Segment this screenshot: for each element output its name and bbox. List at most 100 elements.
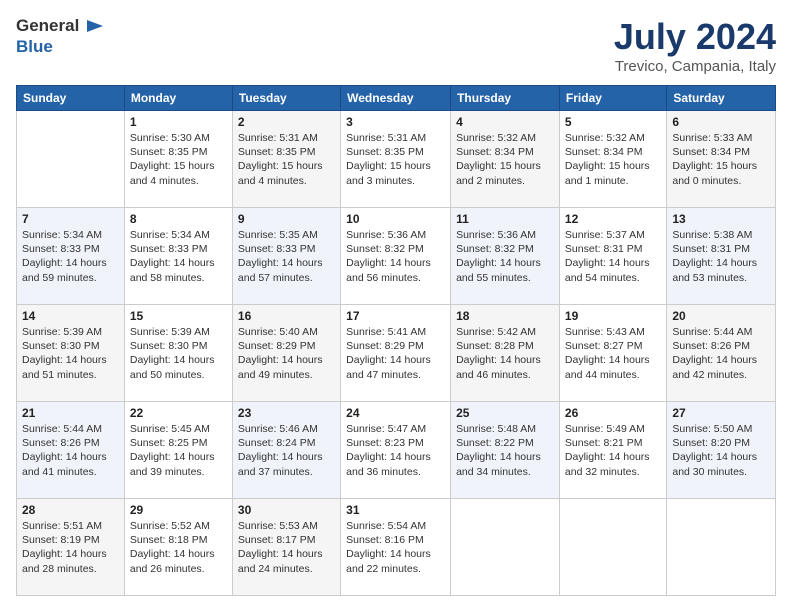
day-number: 14 <box>22 309 119 323</box>
calendar-cell <box>451 499 560 596</box>
day-info: Sunrise: 5:54 AMSunset: 8:16 PMDaylight:… <box>346 519 445 576</box>
day-info: Sunrise: 5:41 AMSunset: 8:29 PMDaylight:… <box>346 325 445 382</box>
day-info: Sunrise: 5:44 AMSunset: 8:26 PMDaylight:… <box>22 422 119 479</box>
day-info: Sunrise: 5:30 AMSunset: 8:35 PMDaylight:… <box>130 131 227 188</box>
calendar-cell: 9 Sunrise: 5:35 AMSunset: 8:33 PMDaylight… <box>232 208 340 305</box>
calendar-cell: 31Sunrise: 5:54 AMSunset: 8:16 PMDayligh… <box>341 499 451 596</box>
day-number: 24 <box>346 406 445 420</box>
calendar-cell: 5 Sunrise: 5:32 AMSunset: 8:34 PMDaylight… <box>559 111 666 208</box>
logo-text: General Blue <box>16 16 105 57</box>
day-info: Sunrise: 5:38 AMSunset: 8:31 PMDaylight:… <box>672 228 770 285</box>
day-number: 4 <box>456 115 554 129</box>
day-info: Sunrise: 5:43 AMSunset: 8:27 PMDaylight:… <box>565 325 661 382</box>
calendar-cell: 24 Sunrise: 5:47 AMSunset: 8:23 PMDayligh… <box>341 402 451 499</box>
day-info: Sunrise: 5:33 AMSunset: 8:34 PMDaylight:… <box>672 131 770 188</box>
day-info: Sunrise: 5:42 AMSunset: 8:28 PMDaylight:… <box>456 325 554 382</box>
day-number: 11 <box>456 212 554 226</box>
week-row-2: 7 Sunrise: 5:34 AMSunset: 8:33 PMDaylight… <box>17 208 776 305</box>
location: Trevico, Campania, Italy <box>614 58 776 75</box>
day-number: 18 <box>456 309 554 323</box>
calendar-cell: 29 Sunrise: 5:52 AMSunset: 8:18 PMDayligh… <box>124 499 232 596</box>
weekday-header-row: SundayMondayTuesdayWednesdayThursdayFrid… <box>17 86 776 111</box>
day-number: 9 <box>238 212 335 226</box>
calendar-cell: 20 Sunrise: 5:44 AMSunset: 8:26 PMDayligh… <box>667 305 776 402</box>
weekday-header-monday: Monday <box>124 86 232 111</box>
day-info: Sunrise: 5:34 AMSunset: 8:33 PMDaylight:… <box>22 228 119 285</box>
calendar-cell: 17 Sunrise: 5:41 AMSunset: 8:29 PMDayligh… <box>341 305 451 402</box>
day-info: Sunrise: 5:32 AMSunset: 8:34 PMDaylight:… <box>565 131 661 188</box>
calendar-cell: 16Sunrise: 5:40 AMSunset: 8:29 PMDayligh… <box>232 305 340 402</box>
logo: General Blue <box>16 16 105 57</box>
page: General Blue July 2024 Trevico, Campania… <box>0 0 792 612</box>
day-info: Sunrise: 5:36 AMSunset: 8:32 PMDaylight:… <box>346 228 445 285</box>
calendar-cell: 15Sunrise: 5:39 AMSunset: 8:30 PMDayligh… <box>124 305 232 402</box>
day-number: 7 <box>22 212 119 226</box>
day-number: 17 <box>346 309 445 323</box>
day-number: 27 <box>672 406 770 420</box>
calendar-cell: 3Sunrise: 5:31 AMSunset: 8:35 PMDaylight… <box>341 111 451 208</box>
day-info: Sunrise: 5:35 AMSunset: 8:33 PMDaylight:… <box>238 228 335 285</box>
calendar-table: SundayMondayTuesdayWednesdayThursdayFrid… <box>16 85 776 596</box>
calendar-cell: 28Sunrise: 5:51 AMSunset: 8:19 PMDayligh… <box>17 499 125 596</box>
calendar-cell <box>559 499 666 596</box>
header: General Blue July 2024 Trevico, Campania… <box>16 16 776 75</box>
calendar-cell: 21 Sunrise: 5:44 AMSunset: 8:26 PMDayligh… <box>17 402 125 499</box>
day-info: Sunrise: 5:48 AMSunset: 8:22 PMDaylight:… <box>456 422 554 479</box>
calendar-cell: 26Sunrise: 5:49 AMSunset: 8:21 PMDayligh… <box>559 402 666 499</box>
calendar-cell: 2Sunrise: 5:31 AMSunset: 8:35 PMDaylight… <box>232 111 340 208</box>
day-info: Sunrise: 5:47 AMSunset: 8:23 PMDaylight:… <box>346 422 445 479</box>
calendar-cell: 30 Sunrise: 5:53 AMSunset: 8:17 PMDayligh… <box>232 499 340 596</box>
day-info: Sunrise: 5:40 AMSunset: 8:29 PMDaylight:… <box>238 325 335 382</box>
day-info: Sunrise: 5:50 AMSunset: 8:20 PMDaylight:… <box>672 422 770 479</box>
logo-blue: Blue <box>16 37 53 56</box>
calendar-cell: 4 Sunrise: 5:32 AMSunset: 8:34 PMDaylight… <box>451 111 560 208</box>
calendar-cell: 8 Sunrise: 5:34 AMSunset: 8:33 PMDaylight… <box>124 208 232 305</box>
day-info: Sunrise: 5:44 AMSunset: 8:26 PMDaylight:… <box>672 325 770 382</box>
weekday-header-saturday: Saturday <box>667 86 776 111</box>
weekday-header-tuesday: Tuesday <box>232 86 340 111</box>
calendar-cell: 27 Sunrise: 5:50 AMSunset: 8:20 PMDayligh… <box>667 402 776 499</box>
day-number: 19 <box>565 309 661 323</box>
day-number: 22 <box>130 406 227 420</box>
week-row-5: 28Sunrise: 5:51 AMSunset: 8:19 PMDayligh… <box>17 499 776 596</box>
weekday-header-sunday: Sunday <box>17 86 125 111</box>
day-number: 21 <box>22 406 119 420</box>
day-number: 20 <box>672 309 770 323</box>
week-row-3: 14 Sunrise: 5:39 AMSunset: 8:30 PMDayligh… <box>17 305 776 402</box>
week-row-1: 1Sunrise: 5:30 AMSunset: 8:35 PMDaylight… <box>17 111 776 208</box>
weekday-header-friday: Friday <box>559 86 666 111</box>
weekday-header-wednesday: Wednesday <box>341 86 451 111</box>
calendar-cell <box>17 111 125 208</box>
day-number: 30 <box>238 503 335 517</box>
day-number: 8 <box>130 212 227 226</box>
calendar-cell: 1Sunrise: 5:30 AMSunset: 8:35 PMDaylight… <box>124 111 232 208</box>
week-row-4: 21 Sunrise: 5:44 AMSunset: 8:26 PMDayligh… <box>17 402 776 499</box>
day-info: Sunrise: 5:32 AMSunset: 8:34 PMDaylight:… <box>456 131 554 188</box>
day-info: Sunrise: 5:46 AMSunset: 8:24 PMDaylight:… <box>238 422 335 479</box>
day-info: Sunrise: 5:53 AMSunset: 8:17 PMDaylight:… <box>238 519 335 576</box>
day-number: 5 <box>565 115 661 129</box>
day-number: 23 <box>238 406 335 420</box>
day-info: Sunrise: 5:52 AMSunset: 8:18 PMDaylight:… <box>130 519 227 576</box>
day-number: 29 <box>130 503 227 517</box>
day-info: Sunrise: 5:36 AMSunset: 8:32 PMDaylight:… <box>456 228 554 285</box>
calendar-cell: 19 Sunrise: 5:43 AMSunset: 8:27 PMDayligh… <box>559 305 666 402</box>
day-info: Sunrise: 5:37 AMSunset: 8:31 PMDaylight:… <box>565 228 661 285</box>
logo-flag-icon <box>85 16 105 36</box>
day-info: Sunrise: 5:31 AMSunset: 8:35 PMDaylight:… <box>346 131 445 188</box>
day-info: Sunrise: 5:34 AMSunset: 8:33 PMDaylight:… <box>130 228 227 285</box>
calendar-cell <box>667 499 776 596</box>
month-year: July 2024 <box>614 16 776 58</box>
day-info: Sunrise: 5:31 AMSunset: 8:35 PMDaylight:… <box>238 131 335 188</box>
day-number: 15 <box>130 309 227 323</box>
logo-block: General Blue <box>16 16 105 57</box>
calendar-cell: 22 Sunrise: 5:45 AMSunset: 8:25 PMDayligh… <box>124 402 232 499</box>
day-info: Sunrise: 5:39 AMSunset: 8:30 PMDaylight:… <box>22 325 119 382</box>
day-number: 13 <box>672 212 770 226</box>
calendar-cell: 23 Sunrise: 5:46 AMSunset: 8:24 PMDayligh… <box>232 402 340 499</box>
calendar-cell: 18 Sunrise: 5:42 AMSunset: 8:28 PMDayligh… <box>451 305 560 402</box>
day-number: 6 <box>672 115 770 129</box>
logo-general: General <box>16 16 79 35</box>
day-info: Sunrise: 5:45 AMSunset: 8:25 PMDaylight:… <box>130 422 227 479</box>
weekday-header-thursday: Thursday <box>451 86 560 111</box>
